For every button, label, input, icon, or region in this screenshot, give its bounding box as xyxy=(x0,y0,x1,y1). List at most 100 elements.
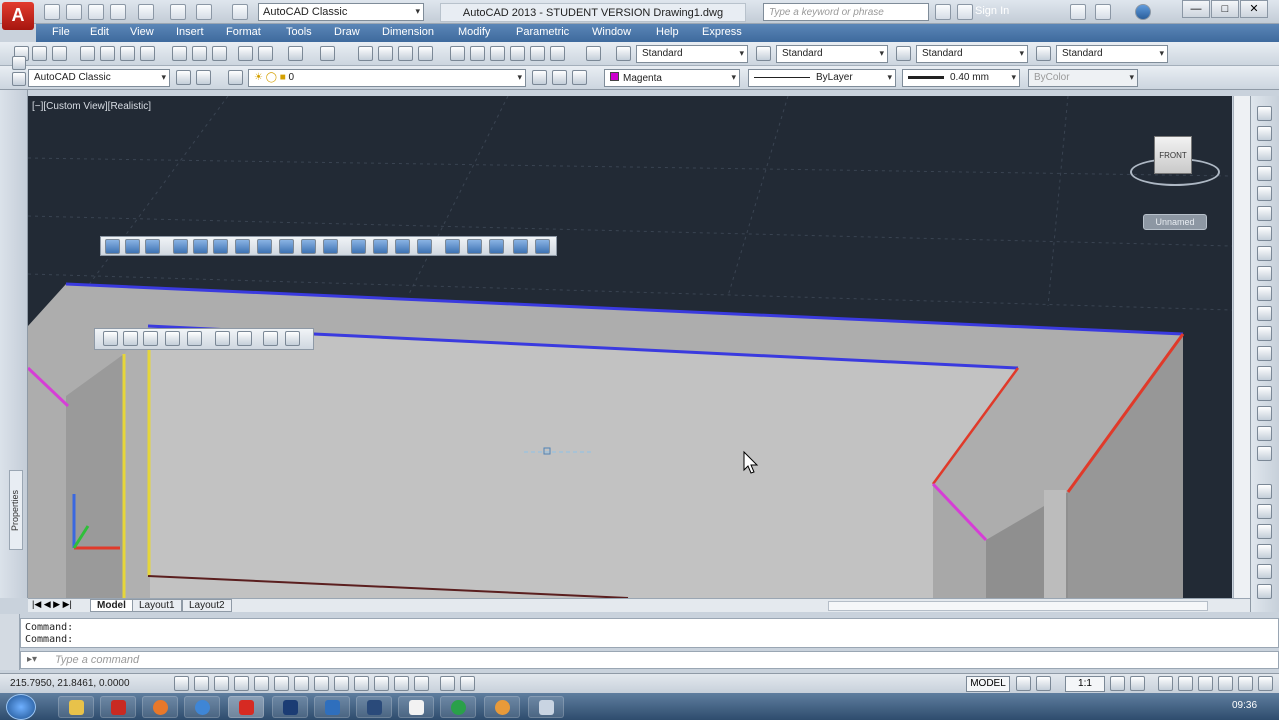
sweep-icon[interactable] xyxy=(395,239,410,254)
new-icon[interactable] xyxy=(44,4,60,20)
sphere-icon[interactable] xyxy=(235,239,250,254)
lineweight-select[interactable]: 0.40 mm xyxy=(902,69,1020,87)
quickcalc-icon[interactable] xyxy=(550,46,565,61)
taskbar-app-green[interactable] xyxy=(440,696,476,718)
plot-preview-icon[interactable] xyxy=(100,46,115,61)
move-icon[interactable] xyxy=(1257,584,1272,599)
horizontal-scrollbar[interactable] xyxy=(828,601,1208,611)
zoom-all-icon[interactable] xyxy=(263,331,278,346)
clean-screen-icon[interactable] xyxy=(1238,676,1253,691)
properties-icon[interactable] xyxy=(450,46,465,61)
sheet-set-icon[interactable] xyxy=(510,46,525,61)
pyramid-icon[interactable] xyxy=(257,239,272,254)
plot-icon[interactable] xyxy=(80,46,95,61)
menu-dimension[interactable]: Dimension xyxy=(382,26,434,38)
properties-tab[interactable]: Properties xyxy=(9,470,23,550)
zoom-extents-icon[interactable] xyxy=(285,331,300,346)
redo-icon[interactable] xyxy=(320,46,335,61)
markup-icon[interactable] xyxy=(530,46,545,61)
taskbar-app-dark[interactable] xyxy=(356,696,392,718)
text-style-select[interactable]: Standard xyxy=(636,45,748,63)
plot-icon[interactable] xyxy=(138,4,154,20)
dynamic-input-icon[interactable] xyxy=(354,676,369,691)
wedge-icon[interactable] xyxy=(279,239,294,254)
spline-icon[interactable] xyxy=(1257,266,1272,281)
redo-icon[interactable] xyxy=(196,4,212,20)
workspace-switching-icon[interactable] xyxy=(1158,676,1173,691)
hatch-icon[interactable] xyxy=(1257,366,1272,381)
copy-icon[interactable] xyxy=(192,46,207,61)
taskbar-photoshop[interactable] xyxy=(272,696,308,718)
taskbar-notepad[interactable] xyxy=(398,696,434,718)
3d-print-icon[interactable] xyxy=(140,46,155,61)
zoom-out-icon[interactable] xyxy=(237,331,252,346)
tab-nav-arrows-icon[interactable]: |◀ ◀ ▶ ▶| xyxy=(32,599,72,610)
command-input[interactable]: ▸▾ Type a command xyxy=(20,651,1279,669)
dynamic-ucs-icon[interactable] xyxy=(334,676,349,691)
tab-layout2[interactable]: Layout2 xyxy=(182,599,232,612)
search-input[interactable]: Type a keyword or phrase xyxy=(763,3,929,21)
zoom-in-icon[interactable] xyxy=(215,331,230,346)
polysolid-icon[interactable] xyxy=(323,239,338,254)
union-icon[interactable] xyxy=(445,239,460,254)
annotation-visibility-icon[interactable] xyxy=(1110,676,1125,691)
selection-cycling-icon[interactable] xyxy=(440,676,455,691)
rectangle-icon[interactable] xyxy=(1257,186,1272,201)
workspace-settings-icon[interactable] xyxy=(176,70,191,85)
help-icon[interactable] xyxy=(1135,4,1151,20)
toolbar-lock-icon[interactable] xyxy=(1178,676,1193,691)
isolate-objects-icon[interactable] xyxy=(1218,676,1233,691)
quick-view-drawings-icon[interactable] xyxy=(1036,676,1051,691)
menu-modify[interactable]: Modify xyxy=(458,26,490,38)
layer-select[interactable]: ☀ ◯ ■ 0 xyxy=(248,69,526,87)
revcloud-icon[interactable] xyxy=(1257,246,1272,261)
workspace-save-icon[interactable] xyxy=(196,70,211,85)
snap-mode-icon[interactable] xyxy=(194,676,209,691)
save-icon[interactable] xyxy=(88,4,104,20)
zoom-object-icon[interactable] xyxy=(187,331,202,346)
mtext-icon[interactable] xyxy=(1257,446,1272,461)
arc-icon[interactable] xyxy=(1257,206,1272,221)
zoom-window-icon[interactable] xyxy=(103,331,118,346)
revolve-icon[interactable] xyxy=(417,239,432,254)
menu-tools[interactable]: Tools xyxy=(286,26,312,38)
make-current-layer-icon[interactable] xyxy=(532,70,547,85)
taskbar-clock[interactable]: 09:36 xyxy=(1232,700,1257,711)
command-prompt-icon[interactable]: ▸▾ xyxy=(27,654,37,665)
polyline-icon[interactable] xyxy=(1257,146,1272,161)
taskbar-app-window[interactable] xyxy=(528,696,564,718)
zoom-realtime-icon[interactable] xyxy=(378,46,393,61)
quick-properties-icon[interactable] xyxy=(414,676,429,691)
workspace-select[interactable]: AutoCAD Classic xyxy=(258,3,424,21)
taskbar-browser[interactable] xyxy=(184,696,220,718)
polar-tracking-icon[interactable] xyxy=(254,676,269,691)
help-icon[interactable] xyxy=(586,46,601,61)
undo-icon[interactable] xyxy=(288,46,303,61)
cut-icon[interactable] xyxy=(172,46,187,61)
object-snap-icon[interactable] xyxy=(274,676,289,691)
table-style-select[interactable]: Standard xyxy=(916,45,1028,63)
undo-icon[interactable] xyxy=(170,4,186,20)
hardware-acceleration-icon[interactable] xyxy=(1198,676,1213,691)
publish-icon[interactable] xyxy=(120,46,135,61)
taskbar-app-blue[interactable] xyxy=(314,696,350,718)
layer-properties-icon[interactable] xyxy=(228,70,243,85)
offset-icon[interactable] xyxy=(1257,544,1272,559)
block-editor-icon[interactable] xyxy=(258,46,273,61)
gradient-icon[interactable] xyxy=(1257,386,1272,401)
dim-style-select[interactable]: Standard xyxy=(776,45,888,63)
tool-palettes-icon[interactable] xyxy=(490,46,505,61)
layer-state-icon[interactable] xyxy=(572,70,587,85)
open-icon[interactable] xyxy=(66,4,82,20)
make-block-icon[interactable] xyxy=(1257,326,1272,341)
vertical-scrollbar[interactable] xyxy=(1233,96,1250,598)
menu-edit[interactable]: Edit xyxy=(90,26,109,38)
torus-icon[interactable] xyxy=(301,239,316,254)
menu-view[interactable]: View xyxy=(130,26,154,38)
autocad-logo-icon[interactable]: A xyxy=(2,2,34,30)
auto-scale-icon[interactable] xyxy=(1130,676,1145,691)
construction-line-icon[interactable] xyxy=(1257,126,1272,141)
presspull-icon[interactable] xyxy=(373,239,388,254)
object-snap-tracking-icon[interactable] xyxy=(314,676,329,691)
quick-view-layouts-icon[interactable] xyxy=(1016,676,1031,691)
